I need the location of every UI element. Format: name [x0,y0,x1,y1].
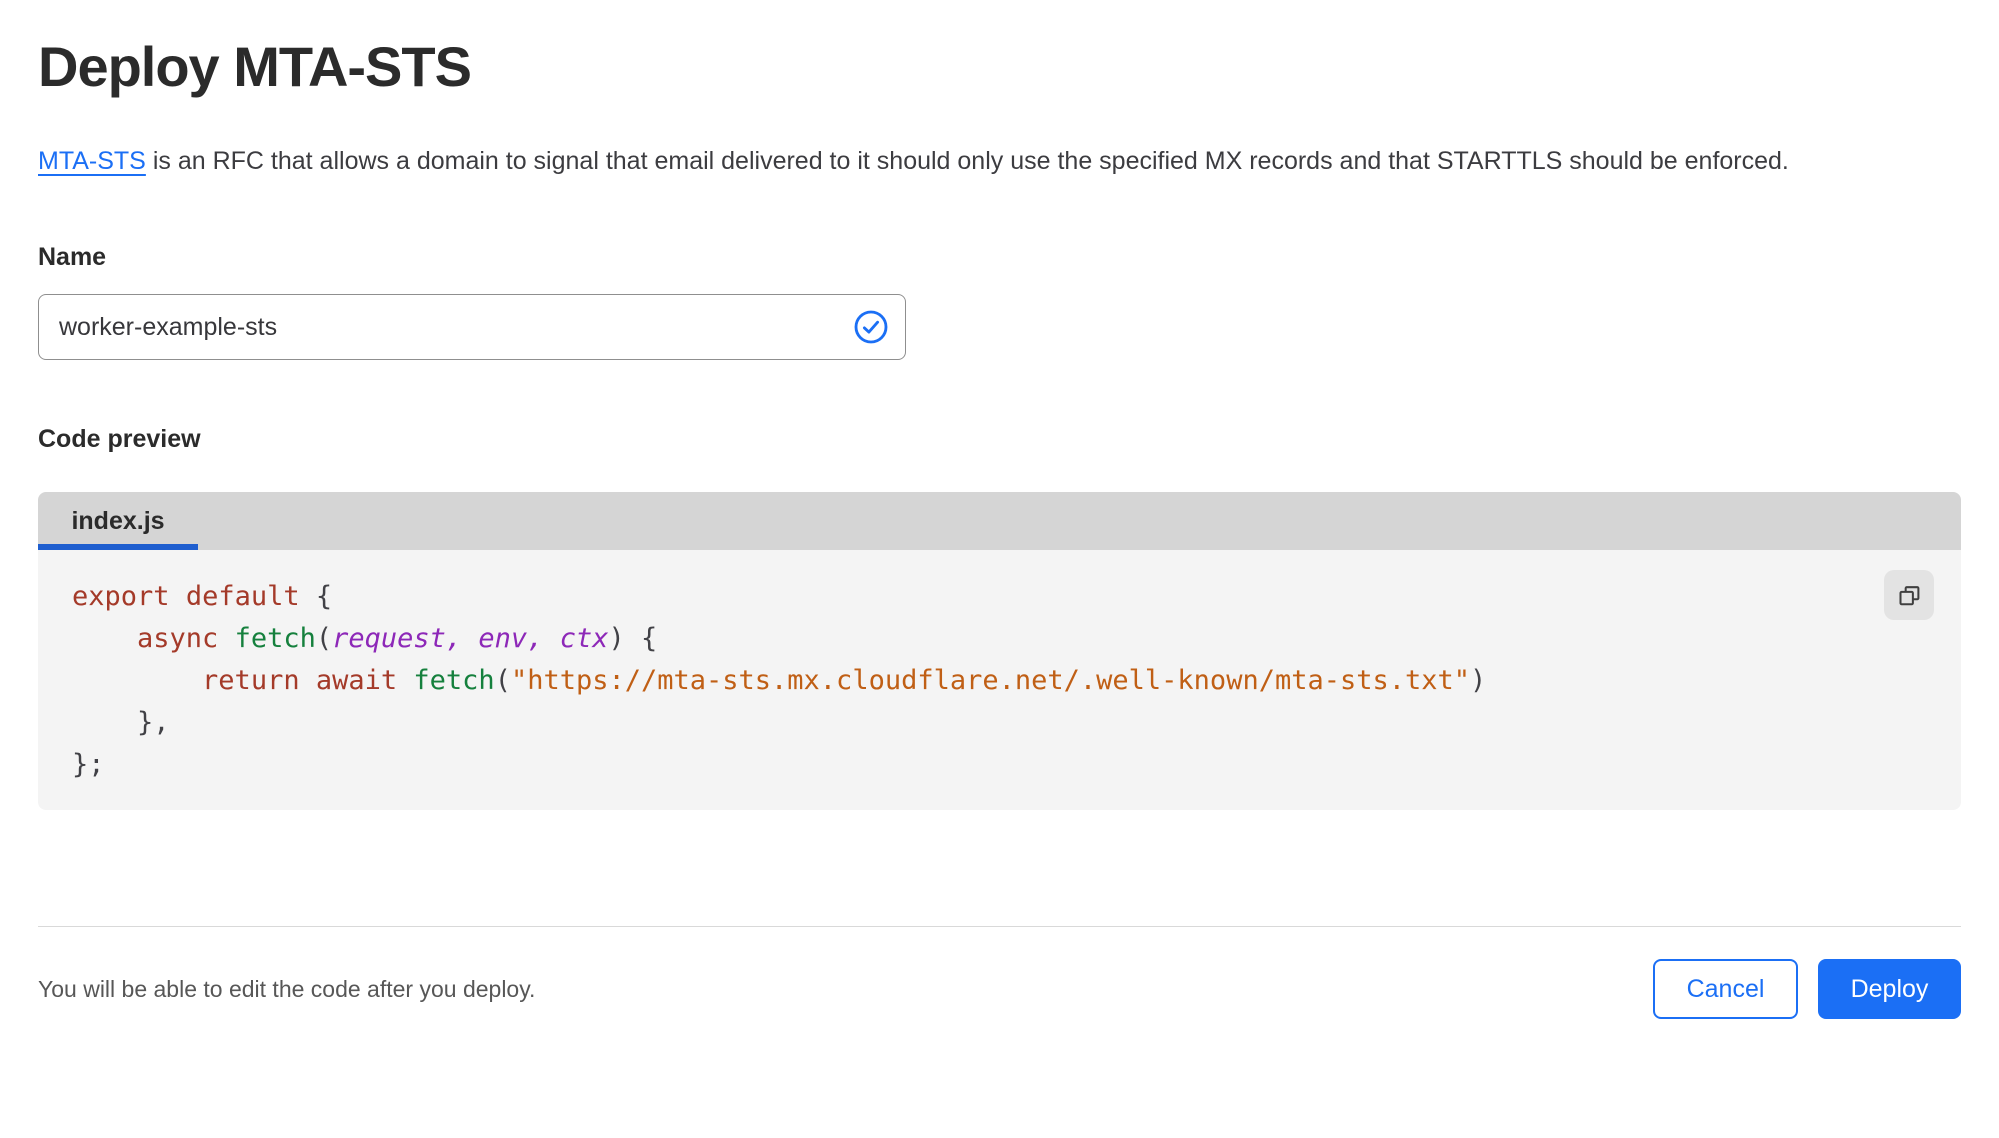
mta-sts-link[interactable]: MTA-STS [38,147,146,175]
page-description-text: is an RFC that allows a domain to signal… [152,147,1789,175]
code-line: }, [72,707,170,738]
name-input-wrapper [38,294,906,360]
cancel-button[interactable]: Cancel [1653,959,1798,1019]
code-preview-card: index.js export default { async fetch(re… [38,492,1961,810]
code-content: export default { async fetch(request, en… [72,576,1881,786]
code-tab-bar: index.js [38,492,1961,550]
footer-bar: You will be able to edit the code after … [38,959,1961,1019]
deploy-button[interactable]: Deploy [1818,959,1961,1019]
code-line: return await fetch("https://mta-sts.mx.c… [202,665,1487,696]
copy-code-button[interactable] [1884,570,1934,620]
footer-divider [38,926,1961,927]
tab-label: index.js [71,506,165,535]
page-description: MTA-STS is an RFC that allows a domain t… [38,139,1948,184]
name-label: Name [38,243,107,271]
footer-actions: Cancel Deploy [1653,959,1961,1019]
page-title: Deploy MTA-STS [38,35,472,98]
code-line: async fetch(request, env, ctx) { [137,623,658,654]
code-line: export default { [72,581,333,612]
code-editor-preview: export default { async fetch(request, en… [38,550,1961,810]
footer-note: You will be able to edit the code after … [38,975,536,1002]
deploy-mta-sts-page: Deploy MTA-STS MTA-STS is an RFC that al… [0,0,1999,1019]
copy-icon [1898,585,1919,605]
code-preview-label: Code preview [38,425,201,453]
tab-index-js[interactable]: index.js [38,492,198,550]
name-input[interactable] [38,294,906,360]
code-line: }; [72,749,105,780]
